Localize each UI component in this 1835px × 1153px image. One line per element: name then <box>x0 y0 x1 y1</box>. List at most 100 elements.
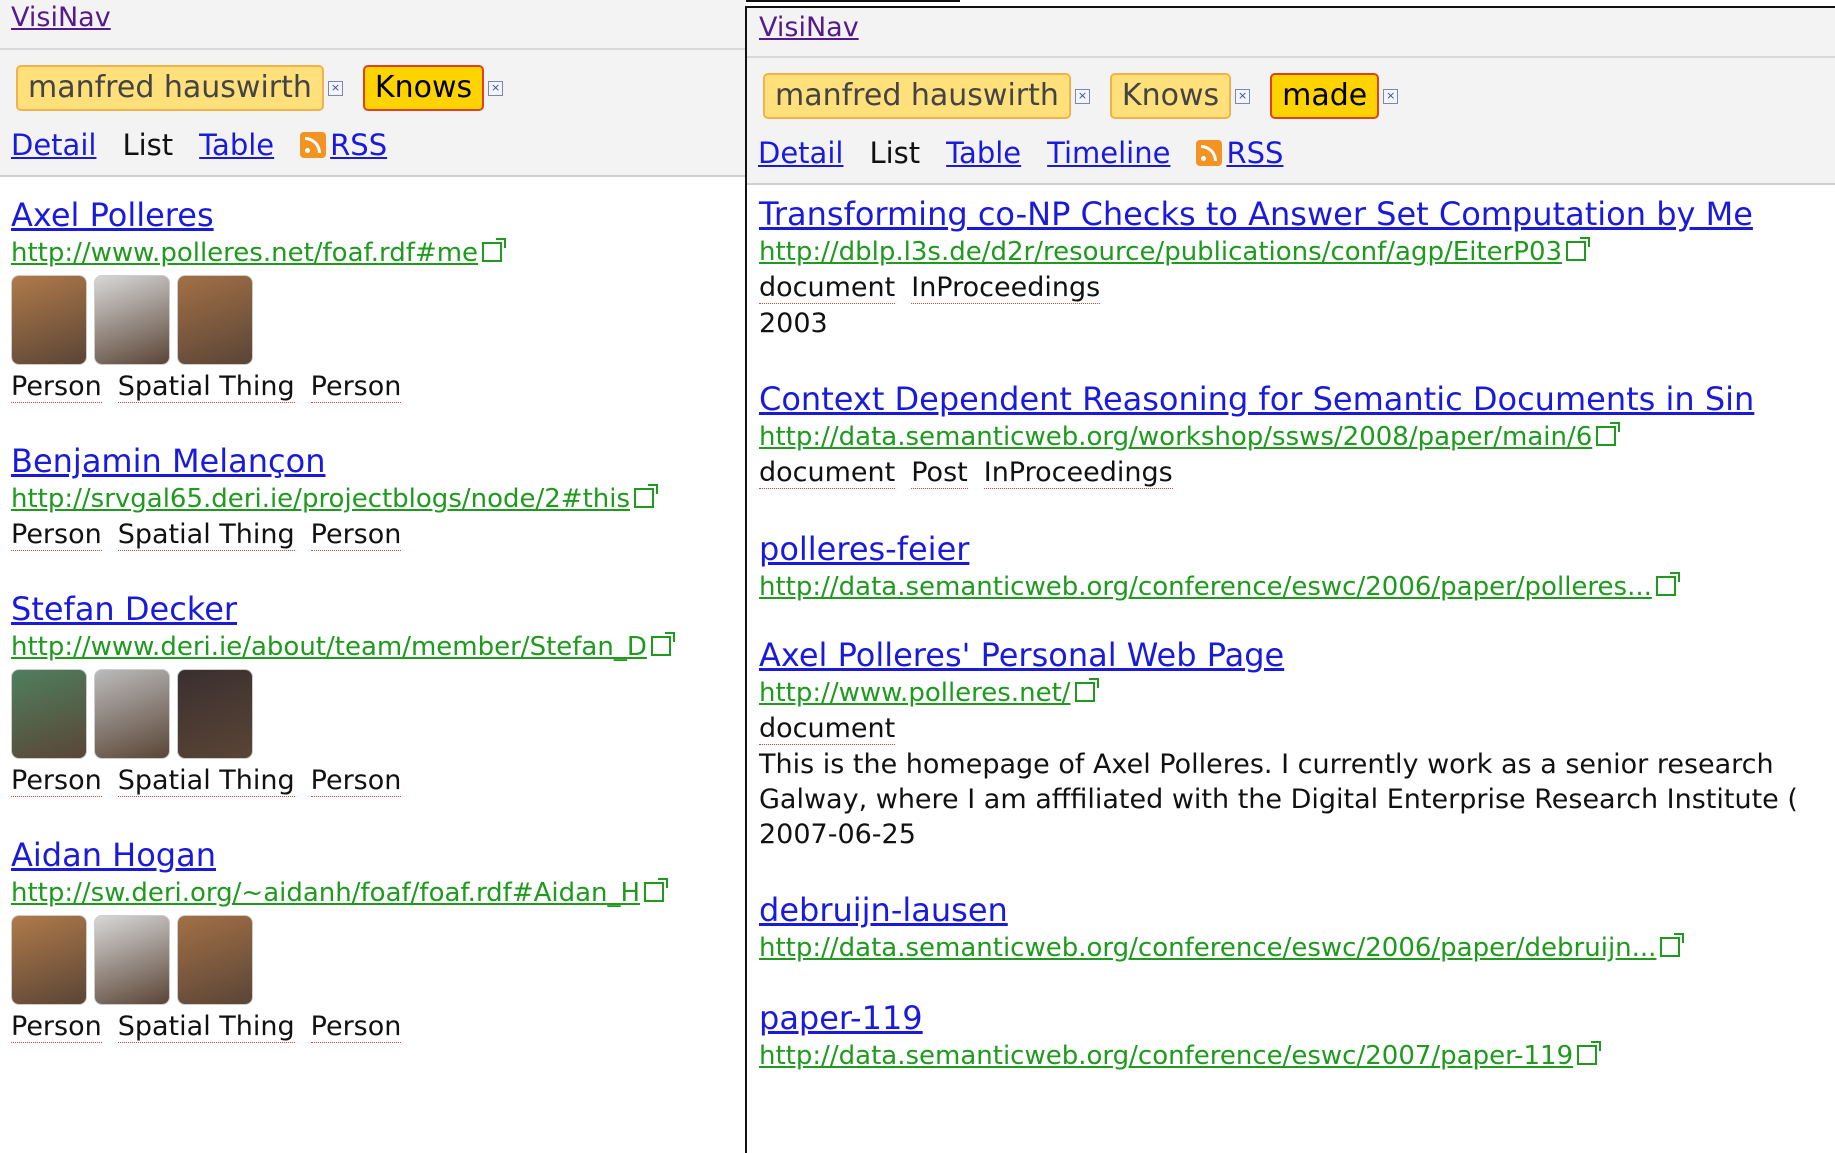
tab-detail[interactable]: Detail <box>758 136 843 170</box>
facet-chip[interactable]: Knows <box>1109 73 1232 119</box>
left-header: VisiNav manfred hauswirth × Knows × Detail L… <box>0 0 746 177</box>
type-tag[interactable]: InProceedings <box>983 457 1173 489</box>
tab-table[interactable]: Table <box>199 128 274 162</box>
result-item: Axel Polleres' Personal Web Page http://w… <box>759 635 1835 852</box>
type-tag[interactable]: Spatial Thing <box>117 1011 295 1043</box>
rss-link[interactable]: RSS <box>1196 136 1283 170</box>
tab-detail[interactable]: Detail <box>11 128 96 162</box>
result-item: paper-119 http://data.semanticweb.org/con… <box>759 998 1835 1074</box>
external-link-icon[interactable] <box>1655 572 1680 596</box>
result-url-link[interactable]: http://dblp.l3s.de/d2r/resource/publicat… <box>759 237 1562 267</box>
tab-list: List <box>869 136 921 170</box>
right-facet-bar: manfred hauswirth × Knows × made × <box>763 73 1418 119</box>
result-title-link[interactable]: debruijn-lausen <box>759 890 1835 930</box>
external-link-icon[interactable] <box>482 238 507 262</box>
result-url-link[interactable]: http://data.semanticweb.org/conference/e… <box>759 1041 1573 1071</box>
external-link-icon[interactable] <box>1577 1041 1602 1065</box>
facet-chip[interactable]: manfred hauswirth <box>763 73 1071 119</box>
visinav-home-link[interactable]: VisiNav <box>11 2 111 33</box>
result-title-link[interactable]: Transforming co-NP Checks to Answer Set … <box>759 194 1835 234</box>
result-url-link[interactable]: http://www.polleres.net/ <box>759 678 1071 708</box>
left-facet-bar: manfred hauswirth × Knows × <box>16 65 523 111</box>
external-link-icon[interactable] <box>1660 933 1685 957</box>
type-list: document <box>759 711 1835 747</box>
result-title-link[interactable]: Stefan Decker <box>11 589 746 629</box>
result-title-link[interactable]: paper-119 <box>759 998 1835 1038</box>
rss-icon <box>1196 140 1223 166</box>
remove-facet-icon[interactable]: × <box>1235 88 1251 104</box>
result-url-link[interactable]: http://www.deri.ie/about/team/member/Ste… <box>11 632 647 662</box>
type-tag[interactable]: Person <box>11 765 102 797</box>
type-tag[interactable]: Spatial Thing <box>117 765 295 797</box>
result-url-row: http://www.polleres.net/foaf.rdf#me <box>11 235 746 271</box>
result-url-link[interactable]: http://srvgal65.deri.ie/projectblogs/nod… <box>11 484 630 514</box>
result-url-link[interactable]: http://www.polleres.net/foaf.rdf#me <box>11 238 478 268</box>
type-tag[interactable]: Person <box>310 371 402 403</box>
external-link-icon[interactable] <box>634 484 659 508</box>
type-tag[interactable]: Person <box>310 519 402 551</box>
type-tag[interactable]: InProceedings <box>911 272 1101 304</box>
person-photo[interactable] <box>177 669 253 759</box>
remove-facet-icon[interactable]: × <box>488 80 504 96</box>
remove-facet-icon[interactable]: × <box>327 80 343 96</box>
result-item: debruijn-lausen http://data.semanticweb.o… <box>759 890 1835 966</box>
tab-table[interactable]: Table <box>946 136 1021 170</box>
person-photo[interactable] <box>11 275 87 365</box>
facet-chip[interactable]: Knows <box>362 65 485 111</box>
result-title-link[interactable]: Axel Polleres <box>11 195 746 235</box>
type-tag[interactable]: document <box>759 457 896 489</box>
result-url-link[interactable]: http://data.semanticweb.org/workshop/ssw… <box>759 422 1592 452</box>
facet-chip[interactable]: made <box>1270 73 1380 119</box>
person-photo[interactable] <box>177 275 253 365</box>
person-photo[interactable] <box>94 669 170 759</box>
visinav-home-link[interactable]: VisiNav <box>759 12 859 43</box>
rss-link[interactable]: RSS <box>300 128 387 162</box>
result-url-link[interactable]: http://data.semanticweb.org/conference/e… <box>759 933 1656 963</box>
result-title-link[interactable]: Context Dependent Reasoning for Semantic… <box>759 379 1835 419</box>
person-photo[interactable] <box>11 669 87 759</box>
right-brand-row: VisiNav <box>747 8 1835 58</box>
type-list: Person Spatial Thing Person <box>11 1009 746 1045</box>
external-link-icon[interactable] <box>644 878 669 902</box>
external-link-icon[interactable] <box>1596 422 1621 446</box>
type-tag[interactable]: Post <box>911 457 968 489</box>
type-tag[interactable]: Person <box>11 519 102 551</box>
type-tag[interactable]: Spatial Thing <box>117 371 295 403</box>
right-header: VisiNav manfred hauswirth × Knows × made × De… <box>747 8 1835 185</box>
rss-icon <box>300 132 327 158</box>
external-link-icon[interactable] <box>650 632 675 656</box>
type-tag[interactable]: Person <box>310 765 402 797</box>
person-photo[interactable] <box>94 915 170 1005</box>
type-tag[interactable]: document <box>759 713 896 745</box>
external-link-icon[interactable] <box>1074 678 1099 702</box>
result-title-link[interactable]: Axel Polleres' Personal Web Page <box>759 635 1835 675</box>
tab-timeline[interactable]: Timeline <box>1047 136 1170 170</box>
person-photo[interactable] <box>177 915 253 1005</box>
result-title-link[interactable]: Benjamin Melançon <box>11 441 746 481</box>
result-item: Aidan Hogan http://sw.deri.org/~aidanh/fo… <box>11 835 746 1045</box>
rss-label: RSS <box>330 128 388 162</box>
result-item: Benjamin Melançon http://srvgal65.deri.ie… <box>11 441 746 553</box>
type-tag[interactable]: document <box>759 272 896 304</box>
type-tag[interactable]: Person <box>11 371 102 403</box>
rss-label: RSS <box>1226 136 1284 170</box>
external-link-icon[interactable] <box>1566 237 1591 261</box>
type-tag[interactable]: Spatial Thing <box>117 519 295 551</box>
result-url-link[interactable]: http://sw.deri.org/~aidanh/foaf/foaf.rdf… <box>11 878 640 908</box>
person-photo[interactable] <box>11 915 87 1005</box>
type-list: Person Spatial Thing Person <box>11 763 746 799</box>
result-detail-text: 2007-06-25 <box>759 819 916 850</box>
facet-filter: manfred hauswirth × <box>16 65 343 111</box>
type-tag[interactable]: Person <box>310 1011 402 1043</box>
person-photo[interactable] <box>94 275 170 365</box>
tab-list: List <box>122 128 174 162</box>
facet-chip[interactable]: manfred hauswirth <box>16 65 324 111</box>
result-title-link[interactable]: polleres-feier <box>759 529 1835 569</box>
result-title-link[interactable]: Aidan Hogan <box>11 835 746 875</box>
type-tag[interactable]: Person <box>11 1011 102 1043</box>
type-list: Person Spatial Thing Person <box>11 369 746 405</box>
result-detail-text: 2003 <box>759 308 828 339</box>
result-url-link[interactable]: http://data.semanticweb.org/conference/e… <box>759 572 1652 602</box>
remove-facet-icon[interactable]: × <box>1074 88 1090 104</box>
remove-facet-icon[interactable]: × <box>1383 88 1399 104</box>
